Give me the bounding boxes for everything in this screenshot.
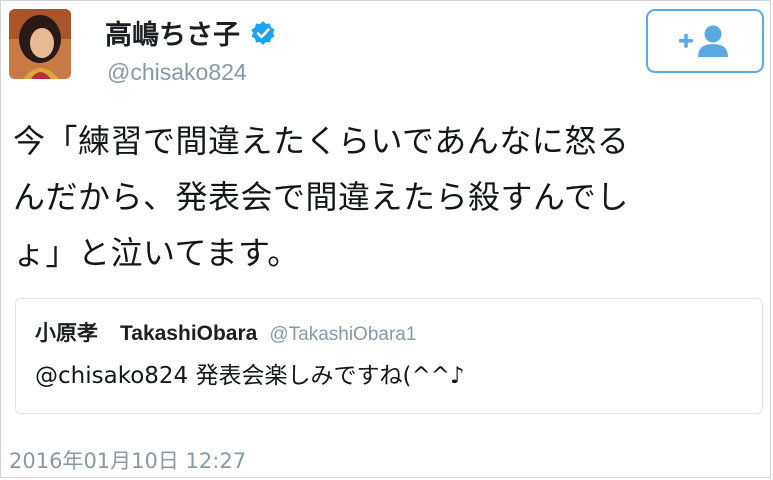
tweet-card: 高嶋ちさ子 @chisako824 今「練習で間違えたくらいであんなに怒る んだ… bbox=[0, 0, 771, 478]
quoted-author-name: 小原孝 bbox=[35, 321, 98, 345]
quoted-author-screen-name: TakashiObara bbox=[120, 322, 258, 345]
author-handle[interactable]: @chisako824 bbox=[107, 59, 247, 86]
quoted-tweet[interactable]: 小原孝 TakashiObara @TakashiObara1 @chisako… bbox=[15, 298, 763, 414]
avatar[interactable] bbox=[9, 9, 71, 79]
quoted-tweet-text: @chisako824 発表会楽しみですね(^^♪ bbox=[35, 363, 465, 389]
author-name-row: 高嶋ちさ子 bbox=[105, 13, 276, 52]
follow-button[interactable] bbox=[646, 9, 764, 73]
quoted-author-handle: @TakashiObara1 bbox=[269, 324, 417, 345]
tweet-timestamp[interactable]: 2016年01月10日 12:27 bbox=[9, 445, 246, 475]
tweet-text: 今「練習で間違えたくらいであんなに怒る んだから、発表会で間違えたら殺すんでし … bbox=[13, 122, 630, 272]
quoted-tweet-header: 小原孝 TakashiObara @TakashiObara1 bbox=[35, 317, 416, 347]
follow-user-icon bbox=[679, 25, 728, 57]
verified-badge-icon bbox=[250, 20, 276, 46]
avatar-image bbox=[9, 9, 71, 79]
author-display-name[interactable]: 高嶋ちさ子 bbox=[105, 13, 240, 52]
